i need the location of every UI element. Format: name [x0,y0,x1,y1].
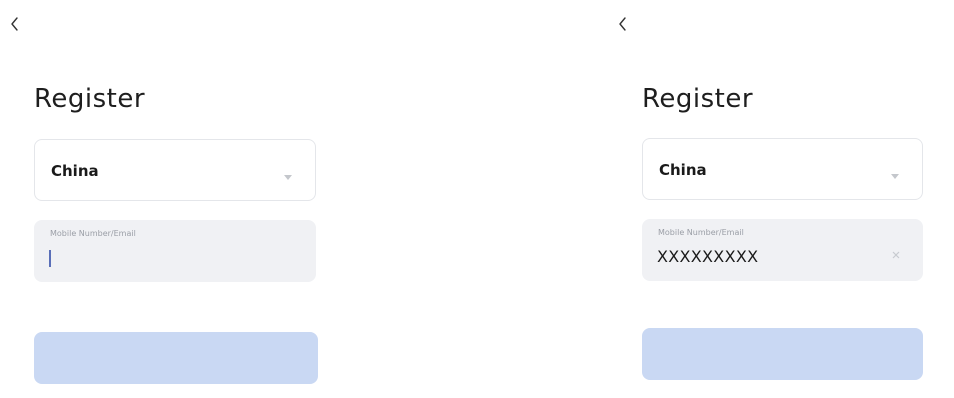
submit-button[interactable] [642,328,923,380]
mobile-email-label: Mobile Number/Email [658,228,744,237]
chevron-down-icon [283,167,293,180]
mobile-email-value: XXXXXXXXX [657,247,759,266]
mobile-email-field[interactable]: Mobile Number/Email [34,220,316,282]
back-icon[interactable] [6,12,22,36]
register-screen-filled: Register China Mobile Number/Email XXXXX… [608,0,948,398]
submit-button[interactable] [34,332,318,384]
text-cursor [49,250,51,267]
country-value: China [659,161,707,179]
mobile-email-field[interactable]: Mobile Number/Email XXXXXXXXX [642,219,923,281]
page-title: Register [642,84,754,114]
page-title: Register [34,84,146,114]
mobile-email-label: Mobile Number/Email [50,229,136,238]
register-screen-empty: Register China Mobile Number/Email [0,0,340,398]
country-select[interactable]: China [642,138,923,200]
chevron-down-icon [890,166,900,179]
back-icon[interactable] [614,12,630,36]
clear-icon[interactable] [891,245,901,259]
country-value: China [51,162,99,180]
country-select[interactable]: China [34,139,316,201]
